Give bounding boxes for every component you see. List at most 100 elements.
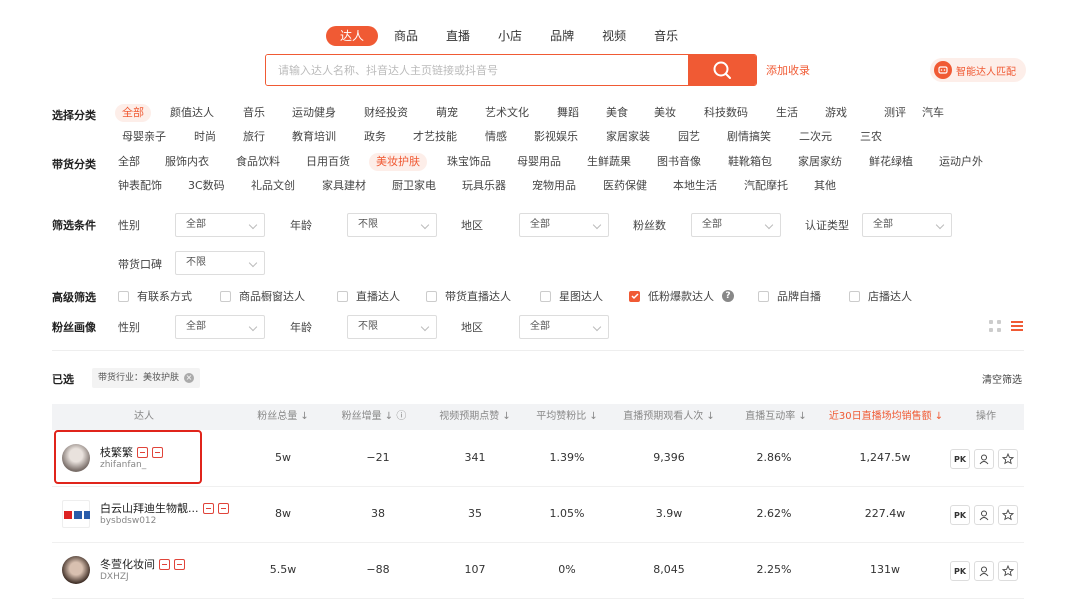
table-row[interactable]: 白云山拜迪生物靓... bysbdsw012 8w 38 35 1.05% 3.9w 2.62… [52, 487, 1024, 543]
avatar[interactable] [62, 556, 90, 584]
goods-option[interactable]: 食品饮料 [236, 153, 280, 171]
category-option[interactable]: 剧情搞笑 [727, 128, 771, 146]
category-option[interactable]: 旅行 [243, 128, 265, 146]
advanced-filter-checkbox[interactable]: 低粉爆款达人? [629, 288, 734, 304]
category-option[interactable]: 艺术文化 [485, 104, 529, 122]
category-option[interactable]: 政务 [364, 128, 386, 146]
category-option[interactable]: 时尚 [194, 128, 216, 146]
search-input[interactable] [266, 55, 688, 85]
advanced-filter-checkbox[interactable]: 品牌自播 [758, 288, 821, 304]
category-option[interactable]: 音乐 [243, 104, 265, 122]
category-option[interactable]: 情感 [485, 128, 507, 146]
goods-option[interactable]: 厨卫家电 [392, 177, 436, 195]
tab-shop[interactable]: 小店 [486, 26, 534, 46]
checkbox[interactable] [540, 290, 551, 302]
category-option[interactable]: 测评 [884, 104, 906, 122]
table-row[interactable]: 冬萱化妆间 DXHZJ 5.5w −88 107 0% 8,045 2.25% 131w PK [52, 543, 1024, 599]
favorite-button[interactable] [998, 505, 1018, 525]
category-option[interactable]: 二次元 [799, 128, 832, 146]
tab-video[interactable]: 视频 [590, 26, 638, 46]
category-option[interactable]: 财经投资 [364, 104, 408, 122]
column-header-ratio[interactable]: 平均赞粉比 ↓ [536, 404, 598, 430]
goods-option[interactable]: 汽配摩托 [744, 177, 788, 195]
category-option[interactable]: 才艺技能 [413, 128, 457, 146]
column-header-fans[interactable]: 粉丝总量 ↓ [257, 404, 309, 430]
advanced-filter-checkbox[interactable]: 店播达人 [849, 288, 912, 304]
portrait-region-select[interactable]: 全部 [519, 315, 609, 339]
goods-option[interactable]: 美妆护肤 [369, 153, 427, 171]
checkbox[interactable] [426, 290, 437, 302]
smart-match-button[interactable]: 智能达人匹配 [930, 58, 1026, 82]
clear-filters-button[interactable]: 清空筛选 [982, 371, 1022, 386]
goods-option[interactable]: 宠物用品 [532, 177, 576, 195]
goods-option[interactable]: 家居家纺 [798, 153, 842, 171]
category-option[interactable]: 汽车 [922, 104, 944, 122]
contact-button[interactable] [974, 505, 994, 525]
advanced-filter-checkbox[interactable]: 直播达人 [337, 288, 400, 304]
column-header-rate[interactable]: 直播互动率 ↓ [745, 404, 807, 430]
advanced-filter-checkbox[interactable]: 有联系方式 [118, 288, 192, 304]
fans-count-select[interactable]: 全部 [691, 213, 781, 237]
goods-option[interactable]: 服饰内衣 [165, 153, 209, 171]
category-option[interactable]: 萌宠 [436, 104, 458, 122]
pk-button[interactable]: PK [950, 449, 970, 469]
category-option[interactable]: 舞蹈 [557, 104, 579, 122]
tab-goods[interactable]: 商品 [382, 26, 430, 46]
goods-option[interactable]: 生鲜蔬果 [587, 153, 631, 171]
category-option[interactable]: 影视娱乐 [534, 128, 578, 146]
cert-type-select[interactable]: 全部 [862, 213, 952, 237]
category-option[interactable]: 生活 [776, 104, 798, 122]
portrait-age-select[interactable]: 不限 [347, 315, 437, 339]
category-option[interactable]: 游戏 [825, 104, 847, 122]
checkbox[interactable] [849, 290, 860, 302]
checkbox[interactable] [118, 290, 129, 302]
pk-button[interactable]: PK [950, 561, 970, 581]
portrait-gender-select[interactable]: 全部 [175, 315, 265, 339]
category-option[interactable]: 家居家装 [606, 128, 650, 146]
goods-option[interactable]: 鲜花绿植 [869, 153, 913, 171]
pk-button[interactable]: PK [950, 505, 970, 525]
contact-button[interactable] [974, 561, 994, 581]
checkbox[interactable] [758, 290, 769, 302]
category-option[interactable]: 科技数码 [704, 104, 748, 122]
column-header-likes[interactable]: 视频预期点赞 ↓ [439, 404, 511, 430]
tab-talent[interactable]: 达人 [326, 26, 379, 46]
goods-option[interactable]: 鞋靴箱包 [728, 153, 772, 171]
region-select[interactable]: 全部 [519, 213, 609, 237]
goods-option[interactable]: 其他 [814, 177, 836, 195]
favorite-button[interactable] [998, 561, 1018, 581]
goods-option[interactable]: 钟表配饰 [118, 177, 162, 195]
goods-option[interactable]: 家具建材 [322, 177, 366, 195]
column-header-views[interactable]: 直播预期观看人次 ↓ [623, 404, 715, 430]
column-header-growth[interactable]: 粉丝增量 ↓ ⓘ [342, 404, 407, 430]
category-option[interactable]: 全部 [115, 104, 151, 122]
category-option[interactable]: 母婴亲子 [122, 128, 166, 146]
category-option[interactable]: 颜值达人 [170, 104, 214, 122]
search-button[interactable] [688, 55, 756, 85]
goods-option[interactable]: 医药保健 [603, 177, 647, 195]
favorite-button[interactable] [998, 449, 1018, 469]
avatar[interactable] [62, 500, 90, 528]
column-header-sales[interactable]: 近30日直播场均销售额 ↓ [829, 404, 943, 430]
selected-filter-tag[interactable]: 带货行业：美妆护肤 × [92, 368, 201, 388]
category-option[interactable]: 三农 [860, 128, 882, 146]
add-record-link[interactable]: 添加收录 [766, 62, 810, 78]
help-icon[interactable]: ? [722, 290, 734, 302]
goods-option[interactable]: 日用百货 [306, 153, 350, 171]
category-option[interactable]: 园艺 [678, 128, 700, 146]
close-icon[interactable]: × [184, 373, 195, 383]
goods-option[interactable]: 运动户外 [939, 153, 983, 171]
list-view-icon[interactable] [1010, 319, 1024, 333]
tab-live[interactable]: 直播 [434, 26, 482, 46]
checkbox[interactable] [629, 290, 640, 302]
category-option[interactable]: 运动健身 [292, 104, 336, 122]
goods-option[interactable]: 玩具乐器 [462, 177, 506, 195]
advanced-filter-checkbox[interactable]: 带货直播达人 [426, 288, 511, 304]
goods-option[interactable]: 母婴用品 [517, 153, 561, 171]
advanced-filter-checkbox[interactable]: 星图达人 [540, 288, 603, 304]
goods-option[interactable]: 珠宝饰品 [447, 153, 491, 171]
talent-name[interactable]: 白云山拜迪生物靓... [100, 500, 229, 516]
goods-option[interactable]: 图书音像 [657, 153, 701, 171]
reputation-select[interactable]: 不限 [175, 251, 265, 275]
age-select[interactable]: 不限 [347, 213, 437, 237]
